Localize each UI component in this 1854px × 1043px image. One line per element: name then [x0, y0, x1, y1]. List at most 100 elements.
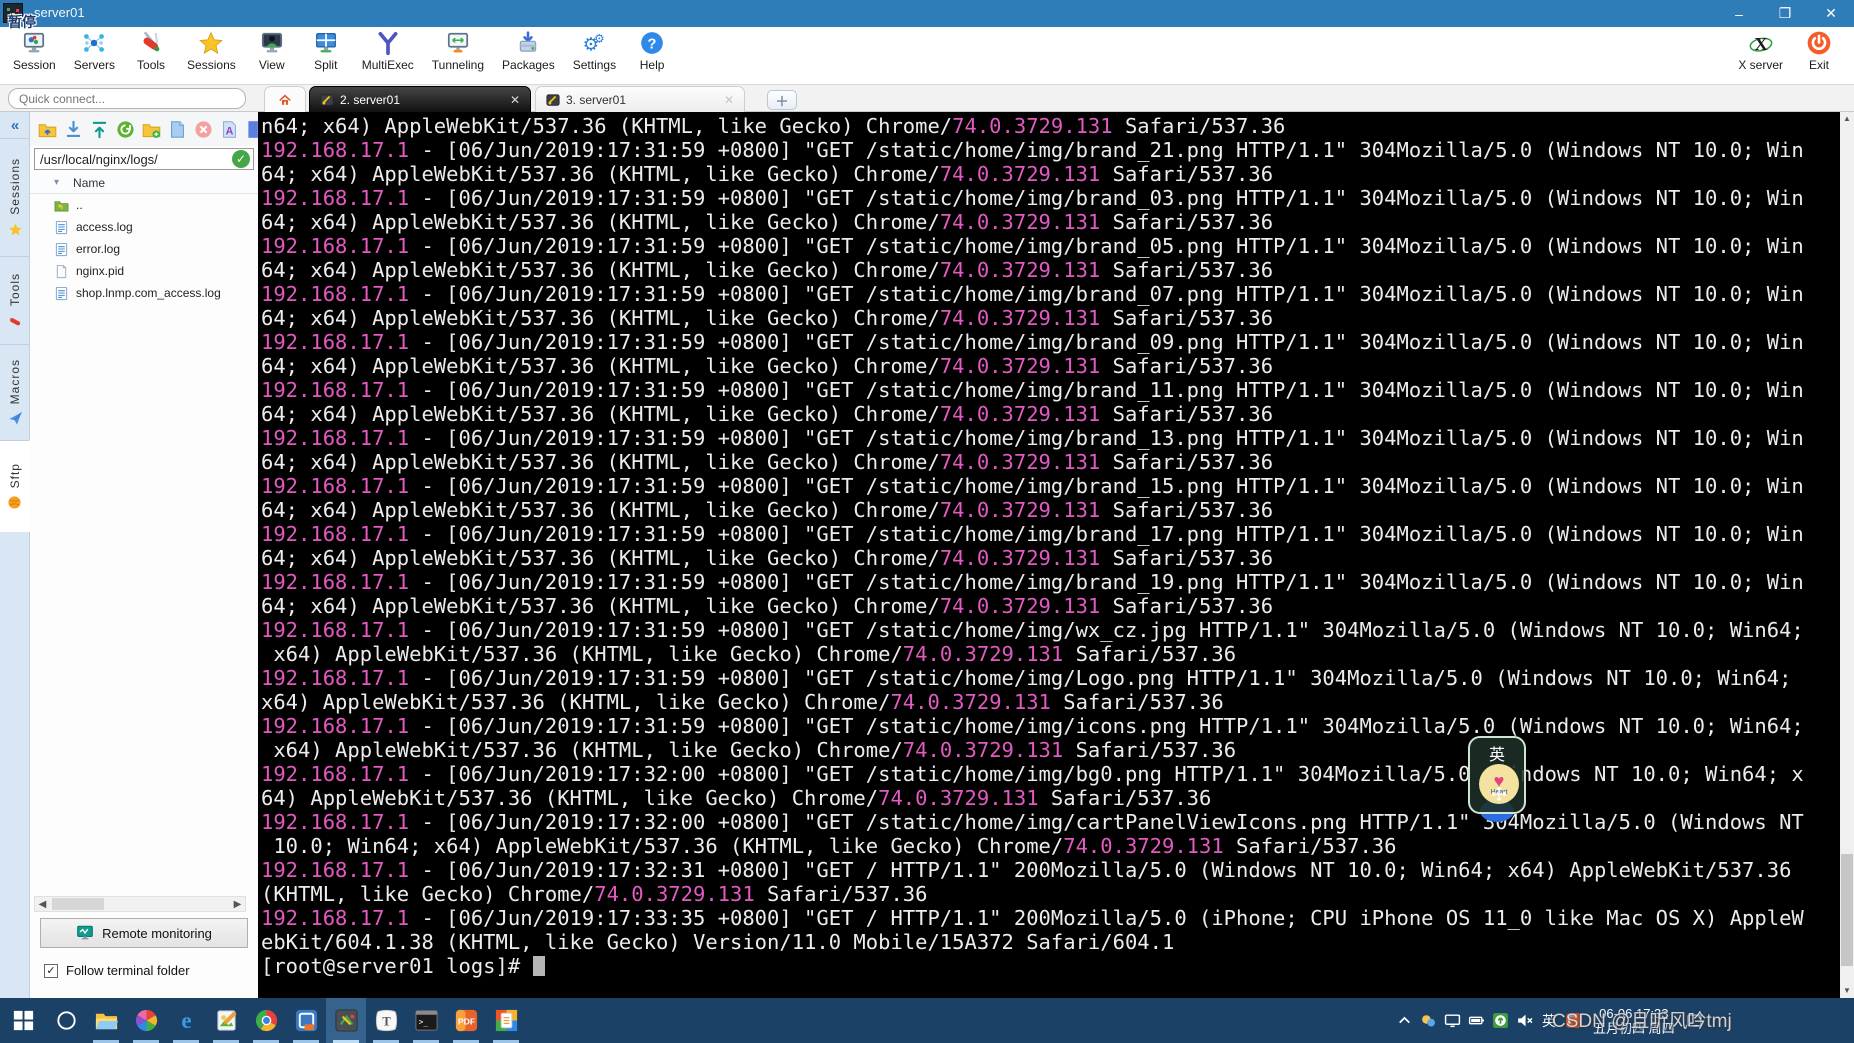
- tab-band: 2. server01 ✕ 3. server01 ✕ ＋: [0, 85, 1854, 112]
- minimize-button[interactable]: –: [1716, 0, 1762, 27]
- terminal-line: 192.168.17.1 - [06/Jun/2019:17:31:59 +08…: [261, 618, 1804, 642]
- utility-knife-icon: [8, 313, 23, 328]
- file-row[interactable]: error.log: [30, 238, 258, 260]
- taskbar-typora-icon[interactable]: T: [366, 998, 406, 1043]
- tab-close-icon[interactable]: ✕: [724, 93, 734, 107]
- help-icon: ?: [639, 30, 665, 56]
- taskbar-search-icon[interactable]: [46, 998, 86, 1043]
- terminal-line: 64; x64) AppleWebKit/537.36 (KHTML, like…: [261, 258, 1274, 282]
- taskbar-chrome-icon[interactable]: [246, 998, 286, 1043]
- terminal-line: 192.168.17.1 - [06/Jun/2019:17:31:59 +08…: [261, 666, 1792, 690]
- sftp-globe-icon: [7, 495, 22, 510]
- sidebar-tab-sessions[interactable]: Sessions: [0, 138, 30, 256]
- servers-icon: [81, 30, 107, 56]
- terminal-line: 192.168.17.1 - [06/Jun/2019:17:31:59 +08…: [261, 138, 1804, 162]
- tray-volume-muted-icon[interactable]: [1516, 1012, 1533, 1029]
- taskbar-edge-icon[interactable]: e: [166, 998, 206, 1043]
- delete-icon[interactable]: [194, 120, 213, 139]
- file-list-header[interactable]: ▾ Name: [30, 172, 258, 194]
- taskbar-photos-icon[interactable]: [126, 998, 166, 1043]
- scroll-left-arrow[interactable]: ◀: [35, 899, 50, 910]
- start-button[interactable]: [0, 998, 46, 1043]
- quick-connect-input[interactable]: [8, 88, 246, 109]
- follow-terminal-checkbox[interactable]: ✓: [44, 963, 58, 978]
- file-row[interactable]: access.log: [30, 216, 258, 238]
- tab-label: 2. server01: [340, 92, 401, 107]
- tab-close-icon[interactable]: ✕: [510, 93, 520, 107]
- terminal-line: 192.168.17.1 - [06/Jun/2019:17:31:59 +08…: [261, 186, 1804, 210]
- toolbar-button-servers[interactable]: Servers: [65, 27, 124, 84]
- taskbar-explorer-icon[interactable]: [86, 998, 126, 1043]
- upload-icon[interactable]: [90, 120, 109, 139]
- home-tab[interactable]: [264, 86, 306, 112]
- follow-terminal-folder-row[interactable]: ✓ Follow terminal folder: [44, 963, 190, 978]
- taskbar-wps-icon[interactable]: [486, 998, 526, 1043]
- remote-monitoring-button[interactable]: Remote monitoring: [40, 918, 248, 948]
- terminal-line: x64) AppleWebKit/537.36 (KHTML, like Gec…: [261, 642, 1237, 666]
- toolbar-button-session[interactable]: Session: [4, 27, 65, 84]
- toolbar-button-tunneling[interactable]: Tunneling: [423, 27, 493, 84]
- toolbar-button-help[interactable]: ? Help: [625, 27, 679, 84]
- svg-text:>_: >_: [418, 1017, 428, 1026]
- toolbar-button-packages[interactable]: Packages: [493, 27, 564, 84]
- scroll-down-arrow[interactable]: ▼: [1840, 984, 1854, 998]
- folder-up-icon[interactable]: [38, 120, 57, 139]
- floating-ime-widget[interactable]: 英 ♥ Heart: [1468, 736, 1530, 822]
- toolbar-button-tools[interactable]: Tools: [124, 27, 178, 84]
- taskbar-image-editor-icon[interactable]: [206, 998, 246, 1043]
- download-icon[interactable]: [64, 120, 83, 139]
- sftp-file-panel: A ✓ ▾ Name .. access.log error.log nginx.pi…: [30, 112, 258, 998]
- terminal-line: 192.168.17.1 - [06/Jun/2019:17:31:59 +08…: [261, 522, 1804, 546]
- toolbar-button-split[interactable]: Split: [299, 27, 353, 84]
- toolbar-button-x-server[interactable]: XX server: [1729, 27, 1792, 84]
- collapse-sidebar-button[interactable]: «: [0, 112, 30, 138]
- session-tab-2-server01[interactable]: 2. server01 ✕: [309, 86, 531, 112]
- sidebar-tab-sftp[interactable]: Sftp: [0, 440, 30, 532]
- terminal-line: 64; x64) AppleWebKit/537.36 (KHTML, like…: [261, 210, 1274, 234]
- path-input[interactable]: [34, 148, 254, 170]
- tray-battery-icon[interactable]: [1468, 1012, 1485, 1029]
- sidebar-tab-tools[interactable]: Tools: [0, 256, 30, 344]
- session-tab-3-server01[interactable]: 3. server01 ✕: [535, 86, 745, 112]
- toolbar-button-exit[interactable]: Exit: [1792, 27, 1846, 84]
- new-tab-button[interactable]: ＋: [767, 90, 797, 110]
- refresh-icon[interactable]: [116, 120, 135, 139]
- taskbar-pdf-icon[interactable]: PDF: [446, 998, 486, 1043]
- tray-update-icon[interactable]: [1492, 1012, 1509, 1029]
- close-button[interactable]: ✕: [1808, 0, 1854, 27]
- tray-display-icon[interactable]: [1444, 1012, 1461, 1029]
- encoding-icon[interactable]: [246, 120, 258, 139]
- terminal-prompt: [root@server01 logs]#: [261, 954, 1840, 978]
- new-file-icon[interactable]: [168, 120, 187, 139]
- hscroll-thumb[interactable]: [52, 898, 104, 910]
- terminal[interactable]: n64; x64) AppleWebKit/537.36 (KHTML, lik…: [258, 112, 1840, 998]
- file-row[interactable]: nginx.pid: [30, 260, 258, 282]
- tray-contacts-icon[interactable]: [1420, 1012, 1437, 1029]
- toolbar-button-view[interactable]: View: [245, 27, 299, 84]
- file-row[interactable]: shop.lnmp.com_access.log: [30, 282, 258, 304]
- tray-chevron-up-icon[interactable]: [1396, 1012, 1413, 1029]
- maximize-button[interactable]: ❐: [1762, 0, 1808, 27]
- titlebar[interactable]: server01 – ❐ ✕: [0, 0, 1854, 27]
- toolbar-button-sessions[interactable]: Sessions: [178, 27, 245, 84]
- toolbar-button-multiexec[interactable]: MultiExec: [353, 27, 423, 84]
- scroll-thumb[interactable]: [1841, 854, 1853, 966]
- file-panel-hscrollbar[interactable]: ◀ ▶: [34, 896, 246, 912]
- star-icon: [8, 222, 23, 237]
- go-path-button[interactable]: ✓: [232, 150, 250, 168]
- file-row[interactable]: ..: [30, 194, 258, 216]
- scroll-up-arrow[interactable]: ▲: [1840, 112, 1854, 126]
- paper-plane-icon: [8, 411, 23, 426]
- terminal-line: 192.168.17.1 - [06/Jun/2019:17:32:00 +08…: [261, 762, 1804, 786]
- new-folder-icon[interactable]: [142, 120, 161, 139]
- terminal-line: 192.168.17.1 - [06/Jun/2019:17:31:59 +08…: [261, 474, 1804, 498]
- taskbar-vmware-icon[interactable]: [286, 998, 326, 1043]
- rename-icon[interactable]: A: [220, 120, 239, 139]
- taskbar-mobaxterm-icon[interactable]: [326, 998, 366, 1043]
- terminal-scrollbar[interactable]: ▲ ▼: [1840, 112, 1854, 998]
- scroll-right-arrow[interactable]: ▶: [230, 899, 245, 910]
- toolbar-button-settings[interactable]: ⚙ ⚙ Settings: [564, 27, 625, 84]
- sidebar-tab-macros[interactable]: Macros: [0, 344, 30, 440]
- terminal-line: 64; x64) AppleWebKit/537.36 (KHTML, like…: [261, 498, 1274, 522]
- taskbar-cmd-icon[interactable]: >_: [406, 998, 446, 1043]
